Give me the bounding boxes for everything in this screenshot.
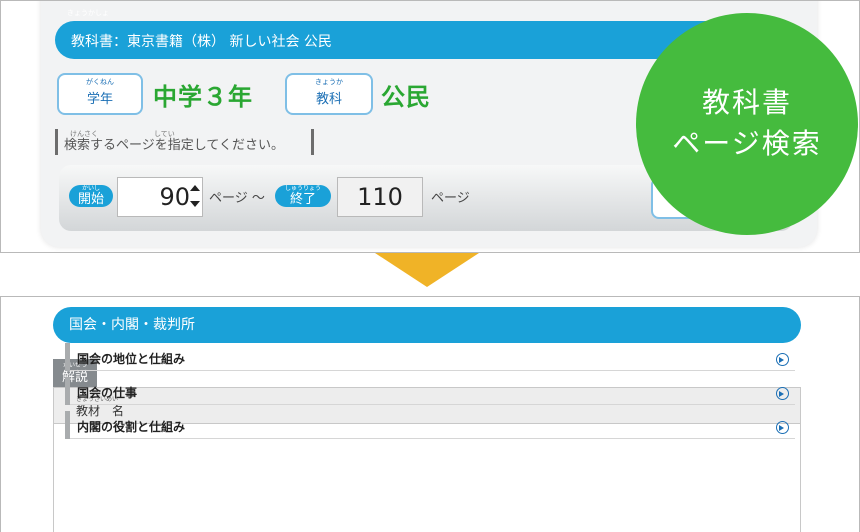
subject-value: 公民: [381, 83, 431, 111]
arrow-circle-right-icon[interactable]: [776, 353, 789, 366]
down-arrow-icon: [375, 253, 479, 287]
list-item-bar: [65, 411, 70, 439]
start-page-label: かいし 開始: [69, 185, 113, 207]
list-item-label: 国会の地位と仕組み: [77, 352, 186, 366]
badge-line2: ページ検索: [672, 127, 822, 160]
instruction-text: けんさく してい 検索するページを指定してください。: [55, 129, 284, 155]
subject-select-button[interactable]: きょうか 教科: [285, 73, 373, 115]
stepper-up-icon[interactable]: [190, 185, 200, 191]
grade-value: 中学３年: [153, 83, 253, 111]
subject-label: 教科: [315, 92, 342, 107]
list-item-label: 内閣の役割と仕組み: [77, 420, 186, 434]
list-item[interactable]: 国会の仕事: [65, 377, 795, 405]
instruction-end-bar: [311, 129, 314, 155]
grade-select-button[interactable]: がくねん 学年: [57, 73, 143, 115]
end-page-input[interactable]: 110: [337, 177, 423, 217]
end-label-text: 終了: [289, 192, 316, 207]
textbook-title-ruby: きょうかしょ: [67, 9, 109, 17]
arrow-circle-right-icon[interactable]: [776, 421, 789, 434]
start-label-text: 開始: [77, 192, 104, 207]
subject-ruby: きょうか: [315, 78, 343, 86]
page-unit-start: ページ ～: [209, 191, 265, 206]
list-item-bar: [65, 343, 70, 371]
section-title: 国会・内閣・裁判所: [53, 307, 801, 343]
textbook-title-bar: 教科書：東京書籍（株） 新しい社会 公民: [55, 21, 745, 59]
list-item-label: 国会の仕事: [77, 386, 138, 400]
textbook-title: 教科書：東京書籍（株） 新しい社会 公民: [71, 34, 332, 50]
list-item[interactable]: 国会の地位と仕組み: [65, 343, 795, 371]
results-panel: 国会・内閣・裁判所 かいせつ 解説 きょうざいめい 教材 名 国会の地位と仕組み…: [0, 296, 860, 532]
material-list: きょうざいめい 教材 名: [53, 387, 801, 532]
instruction-ruby: けんさく してい: [70, 130, 175, 138]
page-unit-end: ページ: [431, 191, 470, 206]
feature-badge: 教科書 ページ検索: [636, 13, 858, 235]
grade-ruby: がくねん: [86, 78, 114, 86]
badge-line1: 教科書: [701, 86, 792, 120]
grade-label: 学年: [86, 92, 113, 107]
list-item[interactable]: 内閣の役割と仕組み: [65, 411, 795, 439]
arrow-circle-right-icon[interactable]: [776, 387, 789, 400]
start-page-stepper[interactable]: [190, 183, 200, 211]
stepper-down-icon[interactable]: [190, 201, 200, 207]
end-page-label: しゅうりょう 終了: [275, 185, 331, 207]
list-item-bar: [65, 377, 70, 405]
